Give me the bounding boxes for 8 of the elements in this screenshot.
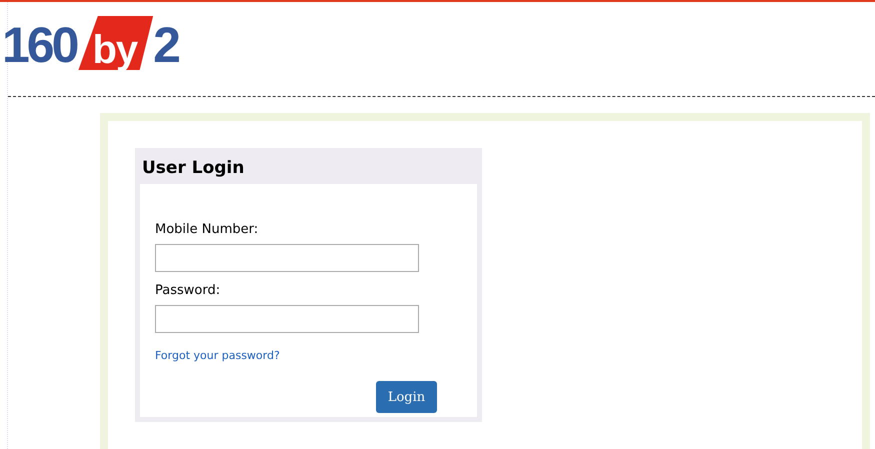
input-field[interactable]: [155, 305, 419, 333]
field-label: Mobile Number:: [155, 222, 260, 237]
login-button[interactable]: Login: [376, 381, 437, 413]
field-label: Password:: [155, 283, 222, 298]
forgot-password-link[interactable]: Forgot your password?: [155, 349, 280, 362]
input-field[interactable]: [155, 244, 419, 272]
panel-title: User Login: [140, 153, 477, 184]
logo: 160 by 2: [2, 16, 178, 70]
